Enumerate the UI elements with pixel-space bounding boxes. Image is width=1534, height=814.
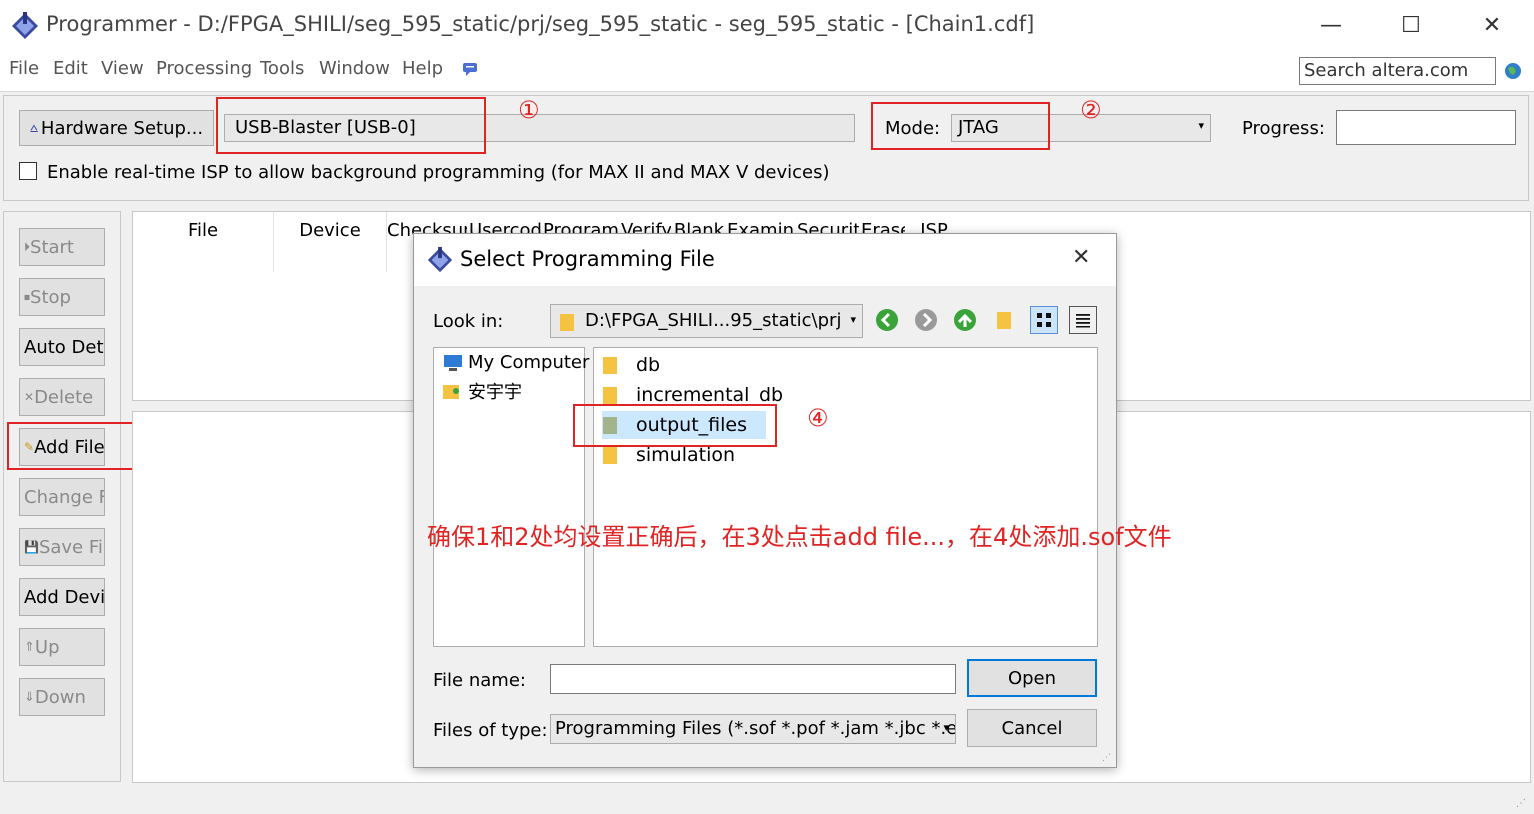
- chevron-down-icon: ▾: [1198, 119, 1204, 132]
- icon-view-icon: [1037, 313, 1051, 327]
- back-button[interactable]: [873, 306, 901, 334]
- window-title: Programmer - D:/FPGA_SHILI/seg_595_stati…: [46, 12, 1035, 36]
- folder-icon: [603, 387, 617, 404]
- file-name-label: File name:: [433, 670, 526, 691]
- progress-bar: [1336, 110, 1516, 145]
- annotation-box-2: [871, 102, 1050, 150]
- save-file-button[interactable]: 💾Save File: [19, 528, 105, 566]
- annotation-marker-1: ①: [518, 96, 540, 124]
- save-icon: 💾: [24, 540, 39, 554]
- column-header-file[interactable]: File: [133, 220, 273, 241]
- list-view-button[interactable]: [1030, 306, 1058, 334]
- window-resize-grip[interactable]: ⋰: [1516, 798, 1530, 812]
- files-of-type-label: Files of type:: [433, 720, 548, 741]
- up-arrow-icon: [954, 309, 976, 331]
- down-arrow-icon: ⇓: [24, 689, 35, 705]
- add-device-button[interactable]: Add Devic: [19, 578, 105, 616]
- look-in-value: D:\FPGA_SHILI...95_static\prj: [585, 310, 842, 331]
- column-header-device[interactable]: Device: [274, 220, 386, 241]
- quartus-app-icon: [12, 12, 38, 39]
- places-sidebar: My Computer 安宇宇: [433, 347, 589, 647]
- back-arrow-icon: [876, 309, 898, 331]
- folder-icon: [603, 357, 617, 374]
- progress-label: Progress:: [1242, 118, 1325, 139]
- look-in-label: Look in:: [433, 311, 504, 332]
- delete-button[interactable]: ✕ Delete: [19, 378, 105, 416]
- dialog-close-button[interactable]: ✕: [1072, 245, 1090, 270]
- minimize-button[interactable]: —: [1311, 8, 1351, 42]
- annotation-marker-4: ④: [807, 404, 829, 432]
- hardware-icon: ⩟: [30, 120, 38, 136]
- detail-view-button[interactable]: [1069, 306, 1097, 334]
- down-button[interactable]: ⇓ Down: [19, 678, 105, 716]
- change-file-button[interactable]: Change Fil: [19, 478, 105, 516]
- annotation-marker-2: ②: [1080, 96, 1102, 124]
- globe-icon[interactable]: [1504, 62, 1522, 80]
- computer-icon: [444, 354, 462, 371]
- file-list: db incremental_db output_files simulatio…: [593, 347, 1098, 647]
- annotation-box-4: [573, 404, 777, 447]
- place-user-folder[interactable]: 安宇宇: [442, 378, 522, 404]
- annotation-note: 确保1和2处均设置正确后，在3处点击add file...，在4处添加.sof文…: [427, 523, 1172, 551]
- dialog-title: Select Programming File: [460, 247, 715, 271]
- dialog-title-bar: Select Programming File ✕: [414, 234, 1116, 286]
- file-name-field[interactable]: [550, 664, 956, 694]
- help-chat-icon[interactable]: [462, 61, 478, 77]
- folder-icon: [560, 314, 574, 331]
- parent-directory-button[interactable]: [951, 306, 979, 334]
- menu-tools[interactable]: Tools: [260, 58, 304, 79]
- menu-help[interactable]: Help: [402, 58, 443, 79]
- title-bar: Programmer - D:/FPGA_SHILI/seg_595_stati…: [0, 0, 1534, 50]
- annotation-box-3: [7, 422, 138, 470]
- isp-checkbox-label: Enable real-time ISP to allow background…: [47, 162, 830, 183]
- stop-button[interactable]: ⏹ Stop: [19, 278, 105, 316]
- up-arrow-icon: ⇑: [24, 639, 35, 655]
- menu-view[interactable]: View: [101, 58, 144, 79]
- chevron-down-icon: ▾: [850, 313, 856, 326]
- look-in-select[interactable]: D:\FPGA_SHILI...95_static\prj ▾: [550, 304, 863, 338]
- hardware-setup-button[interactable]: ⩟ Hardware Setup...: [19, 110, 214, 146]
- search-input[interactable]: Search altera.com: [1299, 57, 1496, 85]
- menu-file[interactable]: File: [9, 58, 39, 79]
- isp-checkbox[interactable]: [19, 162, 37, 180]
- close-button[interactable]: ✕: [1472, 8, 1512, 42]
- cancel-button[interactable]: Cancel: [967, 709, 1097, 747]
- forward-button[interactable]: [912, 306, 940, 334]
- forward-arrow-icon: [915, 309, 937, 331]
- list-item[interactable]: db: [602, 351, 660, 379]
- menu-window[interactable]: Window: [319, 58, 390, 79]
- auto-detect-button[interactable]: Auto Dete: [19, 328, 105, 366]
- select-programming-file-dialog: Select Programming File ✕ Look in: D:\FP…: [413, 233, 1117, 768]
- user-icon: [443, 385, 459, 399]
- quartus-app-icon: [427, 246, 453, 273]
- resize-grip[interactable]: ⋰: [1102, 753, 1114, 765]
- menu-edit[interactable]: Edit: [53, 58, 88, 79]
- up-button[interactable]: ⇑ Up: [19, 628, 105, 666]
- place-my-computer[interactable]: My Computer: [442, 352, 589, 373]
- new-folder-button[interactable]: [990, 306, 1018, 334]
- annotation-box-1: [216, 97, 486, 154]
- files-of-type-select[interactable]: Programming Files (*.sof *.pof *.jam *.j…: [550, 714, 956, 744]
- maximize-button[interactable]: ☐: [1391, 8, 1431, 42]
- hardware-setup-label: Hardware Setup...: [40, 117, 204, 139]
- folder-icon: [603, 447, 617, 464]
- menu-processing[interactable]: Processing: [156, 58, 252, 79]
- chevron-down-icon: ▾: [943, 721, 949, 734]
- files-of-type-value: Programming Files (*.sof *.pof *.jam *.j…: [555, 718, 956, 739]
- detail-view-icon: [1076, 314, 1090, 328]
- start-button[interactable]: ⏵ Start: [19, 228, 105, 266]
- open-button[interactable]: Open: [967, 659, 1097, 697]
- new-folder-icon: [997, 312, 1011, 329]
- delete-icon: ✕: [24, 390, 35, 404]
